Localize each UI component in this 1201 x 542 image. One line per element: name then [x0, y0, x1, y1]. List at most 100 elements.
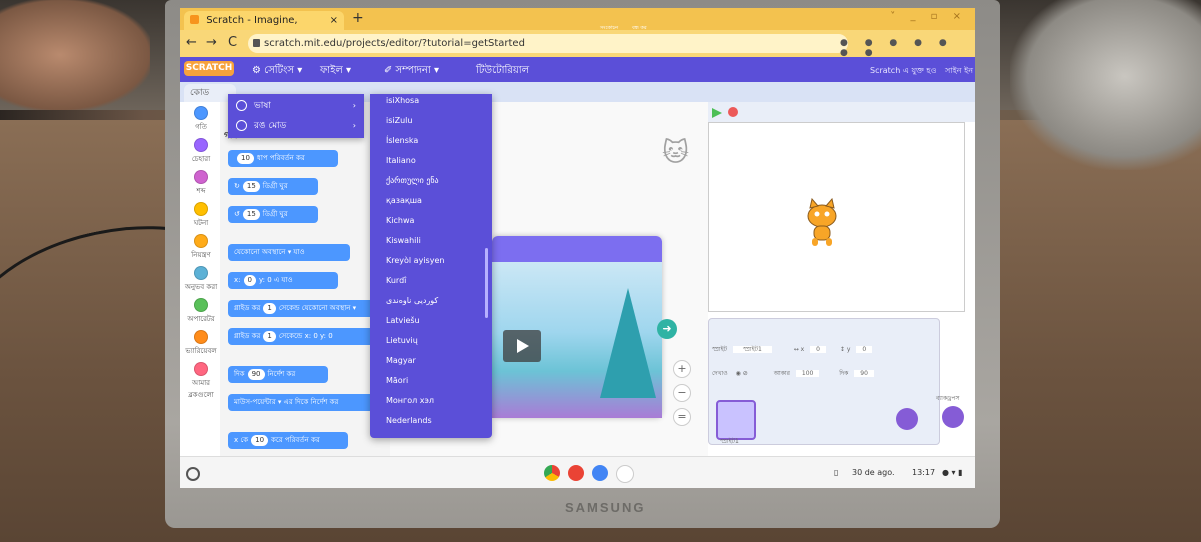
menu-item-color-mode[interactable]: রঙ মোড ›: [228, 116, 364, 136]
language-option[interactable]: Монгол хэл: [386, 396, 434, 405]
extension-icons[interactable]: ● ● ● ● ● ● ●: [840, 38, 975, 58]
language-option[interactable]: کوردیی ناوەندی: [386, 296, 438, 305]
category-variables[interactable]: ভ্যারিয়েবল: [184, 330, 218, 357]
sleeve-right: [1010, 0, 1201, 170]
category-looks[interactable]: চেহারা: [184, 138, 218, 165]
new-tab-button[interactable]: +: [352, 10, 364, 26]
tab-close-icon[interactable]: ×: [330, 11, 338, 30]
shelf-time[interactable]: 13:17: [912, 468, 935, 477]
stage-header: [708, 102, 975, 122]
tutorial-card-header: [492, 236, 662, 262]
settings-menu-button[interactable]: ⚙ সেটিংস ▾: [252, 63, 302, 80]
join-scratch-link[interactable]: Scratch এ যুক্ত হও: [870, 65, 936, 78]
language-option[interactable]: Kreyòl ayisyen: [386, 256, 444, 265]
backdrops-label: ব্যাকড্রপস: [936, 395, 960, 402]
sensing-dot-icon: [194, 266, 208, 280]
control-dot-icon: [194, 234, 208, 248]
choose-sprite-button[interactable]: [896, 408, 918, 430]
notification-icon[interactable]: ▯: [834, 468, 838, 477]
sprite-thumbnail-label: স্প্রাইট1: [720, 438, 739, 445]
language-dropdown: isiXhosa isiZulu Íslenska Italiano ქართუ…: [370, 94, 492, 438]
file-menu-button[interactable]: ফাইল ▾: [320, 63, 351, 80]
address-bar[interactable]: scratch.mit.edu/projects/editor/?tutoria…: [248, 34, 848, 53]
app-icon-pen[interactable]: [616, 465, 634, 483]
app-icon-blue[interactable]: [592, 465, 608, 481]
language-option[interactable]: isiZulu: [386, 116, 412, 125]
sprite-name-input[interactable]: স্প্রাইট1: [732, 346, 772, 353]
show-label: দেখাও: [712, 370, 728, 377]
category-sensing[interactable]: অনুভব করা: [184, 266, 218, 293]
language-option[interactable]: Kiswahili: [386, 236, 421, 245]
category-sound[interactable]: শব্দ: [184, 170, 218, 197]
tutorial-next-button[interactable]: ➜: [657, 319, 677, 339]
x-input[interactable]: 0: [810, 346, 826, 353]
back-button[interactable]: ←: [186, 35, 197, 50]
language-option[interactable]: Lietuvių: [386, 336, 418, 345]
window-controls[interactable]: ˅ _ ▫ ×: [890, 11, 967, 22]
tutorial-collapse-button[interactable]: সংকোচন: [600, 25, 618, 33]
menu-item-language[interactable]: ভাষা ›: [228, 96, 364, 116]
reload-button[interactable]: C: [228, 35, 237, 50]
block-point-towards[interactable]: মাউস-পয়েন্টার ▾ এর দিকে নির্দেশ কর: [228, 394, 378, 411]
category-events[interactable]: ঘটনা: [184, 202, 218, 229]
scratch-favicon-icon: [190, 15, 199, 24]
block-move-steps[interactable]: 10 ধাপ পরিবর্তন কর: [228, 150, 338, 167]
language-option[interactable]: қазақша: [386, 196, 422, 205]
shelf-date[interactable]: 30 de ago.: [852, 468, 895, 477]
sign-in-link[interactable]: সাইন ইন: [945, 65, 973, 78]
language-option[interactable]: Íslenska: [386, 136, 418, 145]
show-eye-icon[interactable]: ◉ ⊘: [736, 370, 748, 377]
language-option[interactable]: Latviešu: [386, 316, 420, 325]
block-turn-right[interactable]: ↻ 15 ডিগ্রী ঘুর: [228, 178, 318, 195]
settings-dropdown: ভাষা › রঙ মোড ›: [228, 94, 364, 138]
play-video-icon[interactable]: [503, 330, 541, 362]
category-operators[interactable]: অপারেটর: [184, 298, 218, 325]
language-option[interactable]: isiXhosa: [386, 96, 419, 105]
green-flag-icon[interactable]: [712, 108, 722, 118]
tutorials-button[interactable]: টিউটোরিয়াল: [476, 63, 529, 80]
language-option[interactable]: Italiano: [386, 156, 416, 165]
block-turn-left[interactable]: ↺ 15 ডিগ্রী ঘুর: [228, 206, 318, 223]
looks-dot-icon: [194, 138, 208, 152]
chevron-right-icon: ›: [352, 121, 356, 130]
launcher-icon[interactable]: [186, 467, 200, 481]
language-option[interactable]: Kurdî: [386, 276, 406, 285]
block-glide-to-xy[interactable]: গ্লাইড কর 1 সেকেন্ডে x: 0 y: 0: [228, 328, 378, 345]
y-input[interactable]: 0: [856, 346, 873, 353]
language-scrollbar[interactable]: [485, 248, 488, 318]
category-control[interactable]: নিয়ন্ত্রণ: [184, 234, 218, 261]
zoom-out-button[interactable]: −: [673, 384, 691, 402]
chrome-icon[interactable]: [544, 465, 560, 481]
language-option[interactable]: Māori: [386, 376, 408, 385]
language-option[interactable]: Kichwa: [386, 216, 414, 225]
color-mode-icon: [236, 120, 247, 131]
browser-tab[interactable]: Scratch - Imagine, Program, Sha ×: [184, 11, 344, 45]
app-icon-red[interactable]: [568, 465, 584, 481]
system-tray-icons[interactable]: ● ▾ ▮: [942, 468, 962, 477]
block-go-to-xy[interactable]: x: 0 y: 0 এ যাও: [228, 272, 338, 289]
stop-icon[interactable]: [728, 107, 738, 117]
category-motion[interactable]: গতি: [184, 106, 218, 133]
tutorial-close-button[interactable]: বন্ধ কর: [632, 25, 647, 33]
size-input[interactable]: 100: [795, 370, 820, 377]
block-glide-to[interactable]: গ্লাইড কর 1 সেকেন্ড যেকোনো অবস্থান ▾: [228, 300, 378, 317]
direction-input[interactable]: 90: [854, 370, 874, 377]
language-option[interactable]: ქართული ენა: [386, 176, 439, 185]
sprite-thumbnail[interactable]: [716, 400, 756, 440]
forward-button[interactable]: →: [206, 35, 217, 50]
category-menu: গতি চেহারা শব্দ ঘটনা নিয়ন্ত্রণ অনুভব কর…: [180, 102, 221, 488]
scratch-menu-bar: SCRATCH ⚙ সেটিংস ▾ ফাইল ▾ ✐ সম্পাদনা ▾ ট…: [180, 57, 975, 82]
cat-sprite[interactable]: [800, 198, 844, 248]
language-option[interactable]: Nederlands: [386, 416, 432, 425]
block-point-direction[interactable]: দিক 90 নির্দেশ কর: [228, 366, 328, 383]
category-my-blocks[interactable]: আমার ব্লকগুলো: [184, 362, 218, 401]
my-blocks-dot-icon: [194, 362, 208, 376]
language-option[interactable]: Magyar: [386, 356, 416, 365]
scratch-logo[interactable]: SCRATCH: [184, 61, 234, 76]
choose-backdrop-button[interactable]: [942, 406, 964, 428]
edit-menu-button[interactable]: ✐ সম্পাদনা ▾: [384, 63, 439, 80]
zoom-reset-button[interactable]: =: [673, 408, 691, 426]
block-go-to[interactable]: যেকোনো অবস্থানে ▾ যাও: [228, 244, 350, 261]
zoom-in-button[interactable]: +: [673, 360, 691, 378]
block-change-x[interactable]: x কে 10 করে পরিবর্তন কর: [228, 432, 348, 449]
